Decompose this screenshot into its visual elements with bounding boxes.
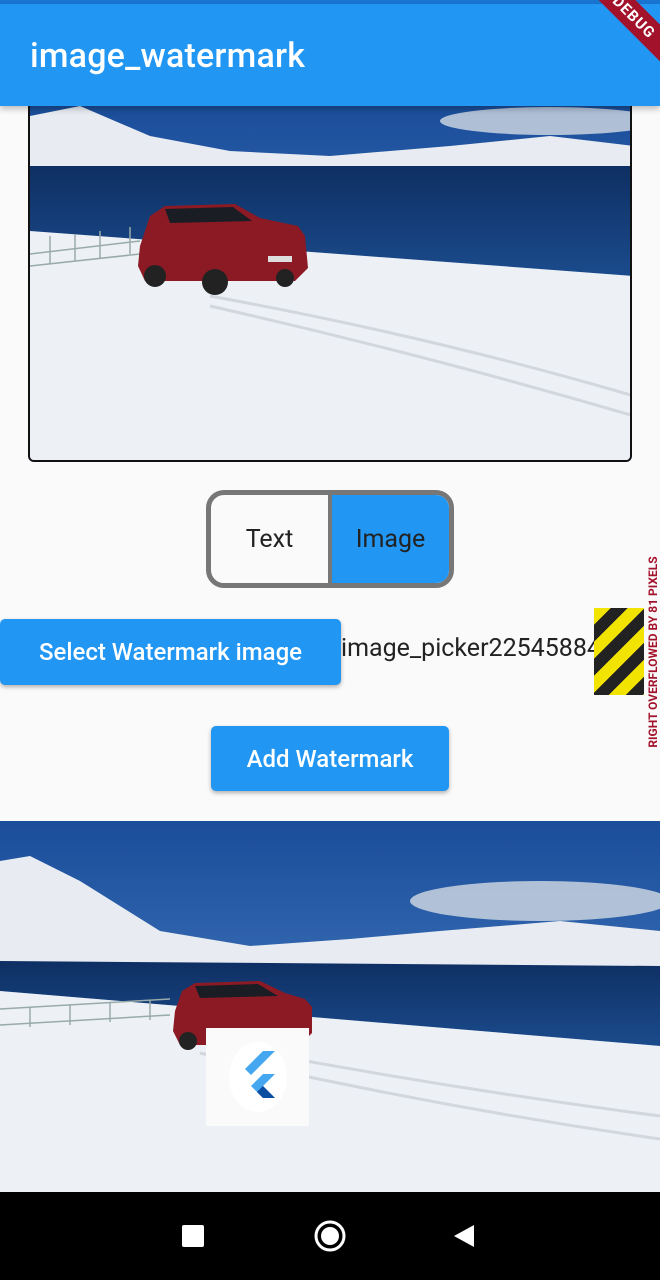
back-triangle-icon[interactable] <box>442 1214 486 1258</box>
app-title: image_watermark <box>30 36 306 76</box>
watermark-type-toggle: Text Image <box>206 490 454 588</box>
watermark-overlay <box>206 1028 309 1126</box>
overflow-indicator <box>594 608 644 695</box>
original-image-preview <box>28 106 632 462</box>
flutter-logo-icon <box>228 1042 287 1112</box>
recents-square-icon[interactable] <box>171 1214 215 1258</box>
toggle-option-image[interactable]: Image <box>328 495 449 583</box>
watermarked-image-result <box>0 821 660 1192</box>
app-bar: image_watermark <box>0 4 660 106</box>
add-watermark-button[interactable]: Add Watermark <box>211 726 449 791</box>
home-circle-icon[interactable] <box>308 1214 352 1258</box>
overflow-warning-label: RIGHT OVERFLOWED BY 81 PIXELS <box>646 556 660 748</box>
select-watermark-image-button[interactable]: Select Watermark image <box>0 619 341 685</box>
toggle-option-text[interactable]: Text <box>211 495 328 583</box>
system-navigation-bar <box>0 1192 660 1280</box>
